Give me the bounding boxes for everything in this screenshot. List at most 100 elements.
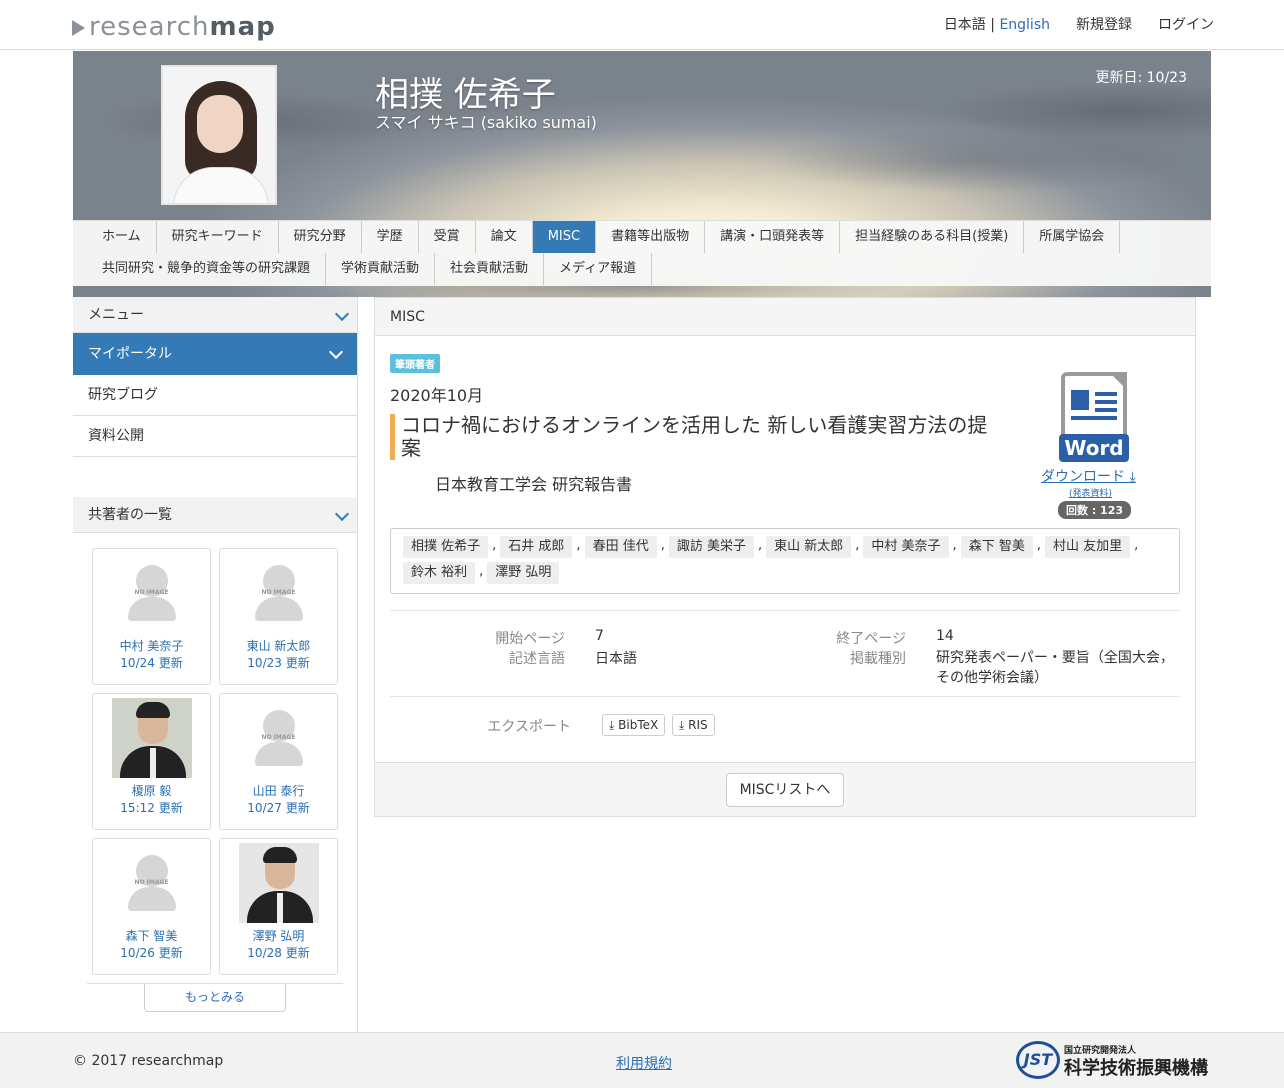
first-author-badge: 筆頭著者 — [390, 354, 440, 373]
export-ris-button[interactable]: ⤓ RIS — [672, 714, 715, 736]
coauthor-card[interactable]: NO IMAGE 山田 泰行 10/27 更新 — [219, 693, 338, 830]
terms-link[interactable]: 利用規約 — [616, 1053, 672, 1073]
no-image-avatar-icon: NO IMAGE — [111, 553, 192, 633]
tab-item[interactable]: 講演・口頭発表等 — [705, 221, 841, 253]
tab-row-1: ホーム 研究キーワード 研究分野 学歴 受賞 論文 MISC 書籍等出版物 講演・口頭発表等 担当… — [87, 221, 1211, 253]
tab-item[interactable]: 学歴 — [362, 221, 419, 253]
tab-item[interactable]: 担当経験のある科目(授業) — [840, 221, 1025, 253]
tab-item[interactable]: ホーム — [87, 221, 157, 253]
download-sublabel[interactable]: (発表資料) — [1069, 486, 1112, 499]
tab-item[interactable]: 受賞 — [419, 221, 476, 253]
export-icon: ⤓ — [609, 718, 615, 732]
coauthor-name-link[interactable]: 森下 智美 — [93, 927, 210, 944]
jst-logo[interactable]: JST 国立研究開発法人 科学技術振興機構 — [1016, 1041, 1212, 1081]
logo-text-light: research — [89, 12, 210, 42]
publication-type-value: 研究発表ペーパー・要旨（全国大会，その他学術会議） — [936, 650, 1174, 686]
tab-item[interactable]: 論文 — [476, 221, 533, 253]
chevron-down-icon — [328, 344, 344, 360]
coauthors-title: 共著者の一覧 — [88, 507, 172, 523]
coauthor-name-link[interactable]: 山田 泰行 — [220, 782, 337, 799]
coauthor-card[interactable]: NO IMAGE 東山 新太郎 10/23 更新 — [219, 548, 338, 685]
coauthor-card[interactable]: 榎原 毅 15:12 更新 — [92, 693, 211, 830]
word-file-icon[interactable]: Word — [1057, 370, 1129, 464]
download-icon: ⤓ — [1129, 469, 1136, 485]
tab-item[interactable]: 所属学協会 — [1024, 221, 1121, 253]
coauthor-card[interactable]: NO IMAGE 中村 美奈子 10/24 更新 — [92, 548, 211, 685]
author-tag: 石井 成郎 — [500, 536, 573, 558]
tab-item[interactable]: 書籍等出版物 — [596, 221, 706, 253]
coauthor-card[interactable]: NO IMAGE 森下 智美 10/26 更新 — [92, 838, 211, 975]
export-bibtex-button[interactable]: ⤓ BibTeX — [602, 714, 666, 736]
researchmap-logo[interactable]: researchmap — [72, 12, 276, 42]
coauthor-name-link[interactable]: 澤野 弘明 — [220, 927, 337, 944]
logo-triangle-icon — [72, 20, 85, 36]
left-sidebar: メニュー マイポータル 研究ブログ 資料公開 共著者の一覧 NO IMAGE 中村… — [73, 297, 358, 1032]
divider — [390, 696, 1180, 697]
author-tag: 相撲 佐希子 — [403, 536, 489, 558]
tab-item[interactable]: 研究キーワード — [157, 221, 279, 253]
coauthor-card[interactable]: 澤野 弘明 10/28 更新 — [219, 838, 338, 975]
coauthor-updated: 15:12 更新 — [120, 801, 183, 815]
coauthor-updated: 10/27 更新 — [247, 801, 310, 815]
coauthor-name-link[interactable]: 東山 新太郎 — [220, 637, 337, 654]
sidebar-item-blog[interactable]: 研究ブログ — [73, 375, 357, 416]
language-switcher: 日本語 | English — [944, 14, 1050, 34]
no-image-avatar-icon: NO IMAGE — [238, 553, 319, 633]
coauthors-grid: NO IMAGE 中村 美奈子 10/24 更新 NO IMAGE 東山 新太郎 10/2… — [73, 533, 357, 975]
author-separator: , — [1036, 538, 1041, 553]
profile-tabs: ホーム 研究キーワード 研究分野 学歴 受賞 論文 MISC 書籍等出版物 講演・口頭発表等 担当… — [73, 220, 1211, 286]
sidebar-item-materials[interactable]: 資料公開 — [73, 416, 357, 457]
coauthor-updated: 10/24 更新 — [120, 656, 183, 670]
tab-item[interactable]: メディア報道 — [544, 253, 653, 285]
author-separator: , — [855, 538, 860, 553]
profile-kana: スマイ サキコ (sakiko sumai) — [375, 113, 597, 132]
misc-list-button[interactable]: MISCリストへ — [726, 773, 844, 807]
profile-updated: 更新日: 10/23 — [1095, 70, 1187, 86]
misc-panel: MISC 筆頭著者 2020年10月 コロナ禍におけるオンラインを活用した 新し… — [374, 297, 1196, 817]
portal-label: マイポータル — [88, 346, 172, 362]
no-image-text: NO IMAGE — [134, 589, 169, 596]
author-tag: 春田 佳代 — [584, 536, 657, 558]
tab-item[interactable]: 研究分野 — [279, 221, 362, 253]
author-separator: , — [952, 538, 957, 553]
language-label: 記述言語 — [509, 651, 565, 667]
coauthors-header[interactable]: 共著者の一覧 — [73, 497, 357, 533]
copyright: © 2017 researchmap — [73, 1053, 223, 1069]
author-tag: 森下 智美 — [960, 536, 1033, 558]
avatar — [111, 698, 192, 778]
no-image-avatar-icon: NO IMAGE — [238, 698, 319, 778]
lang-ja[interactable]: 日本語 — [944, 17, 986, 33]
divider — [390, 610, 1180, 611]
tab-item[interactable]: 共同研究・競争的資金等の研究課題 — [87, 253, 327, 285]
author-separator: , — [660, 538, 665, 553]
no-image-text: NO IMAGE — [261, 589, 296, 596]
author-tag: 中村 美奈子 — [863, 536, 949, 558]
no-image-avatar-icon: NO IMAGE — [111, 843, 192, 923]
signup-link[interactable]: 新規登録 — [1076, 14, 1132, 34]
page-footer: © 2017 researchmap 利用規約 JST 国立研究開発法人 科学技… — [0, 1032, 1284, 1088]
coauthor-name-link[interactable]: 榎原 毅 — [93, 782, 210, 799]
coauthor-name-link[interactable]: 中村 美奈子 — [93, 637, 210, 654]
tab-item[interactable]: 学術貢献活動 — [326, 253, 436, 285]
jst-mark: JST — [1016, 1041, 1060, 1079]
login-link[interactable]: ログイン — [1158, 14, 1214, 34]
sidebar-item-portal[interactable]: マイポータル — [73, 333, 357, 375]
tab-item[interactable]: MISC — [532, 221, 597, 253]
start-page-value: 7 — [595, 628, 604, 644]
publication-date: 2020年10月 — [390, 386, 484, 405]
author-separator: , — [757, 538, 763, 553]
menu-header[interactable]: メニュー — [73, 297, 357, 333]
coauthor-updated: 10/26 更新 — [120, 946, 183, 960]
copyright-text: 2017 researchmap — [91, 1053, 224, 1069]
download-link[interactable]: ダウンロード ⤓ — [1041, 466, 1136, 486]
tab-item[interactable]: 社会貢献活動 — [435, 253, 545, 285]
coauthor-updated: 10/23 更新 — [247, 656, 310, 670]
no-image-text: NO IMAGE — [134, 879, 169, 886]
author-tag: 村山 友加里 — [1044, 536, 1131, 558]
author-tag: 澤野 弘明 — [487, 562, 560, 584]
more-button[interactable]: もっとみる — [144, 984, 286, 1012]
end-page-value: 14 — [936, 628, 954, 644]
ris-label: RIS — [688, 718, 708, 732]
lang-en-link[interactable]: English — [999, 17, 1050, 33]
logo-text-bold: map — [209, 12, 276, 42]
